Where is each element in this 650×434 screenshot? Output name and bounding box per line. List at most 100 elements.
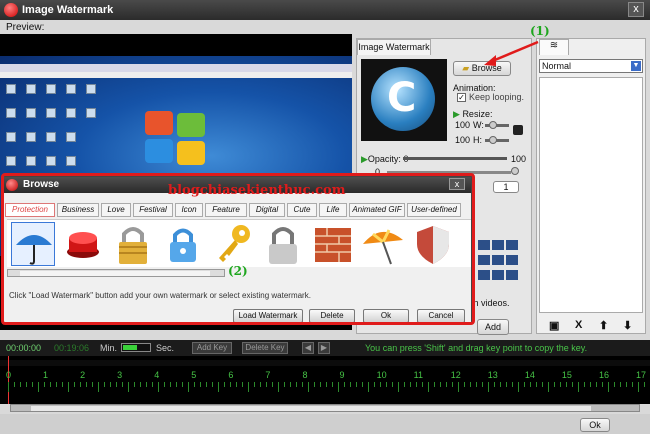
annotation-1: (1) (530, 24, 550, 38)
beach-umbrella-icon[interactable] (361, 222, 405, 266)
load-watermark-button[interactable]: Load Watermark (233, 309, 303, 323)
ok-button[interactable]: Ok (580, 418, 610, 432)
ruler-tick (122, 382, 123, 387)
ruler-tick (8, 382, 9, 392)
ruler-tick (62, 382, 63, 387)
tab-user-defined[interactable]: User-defined (407, 203, 461, 217)
ruler-tick (386, 382, 387, 387)
layers-icon: ≋ (549, 40, 559, 51)
ruler-tick (14, 382, 15, 387)
tab-animated-gif[interactable]: Animated GIF (349, 203, 405, 217)
delete-button[interactable]: Delete (309, 309, 355, 323)
ruler-tick (98, 382, 99, 392)
resize-text: Resize: (462, 109, 493, 119)
tab-festival[interactable]: Festival (133, 203, 173, 217)
ruler-tick (476, 382, 477, 387)
ruler-tick (224, 382, 225, 387)
ruler-tick (146, 382, 147, 387)
next-key-icon[interactable]: ▶ (318, 342, 330, 354)
tab-feature[interactable]: Feature (205, 203, 247, 217)
videos-text: ch videos. (469, 298, 510, 308)
timeline-scrollbar[interactable] (10, 404, 640, 412)
min-toggle[interactable] (121, 343, 151, 352)
ruler-label: 10 (376, 370, 387, 380)
opacity-slider-knob[interactable] (511, 167, 519, 175)
umbrella-icon[interactable] (11, 222, 55, 266)
opacity-value-slider[interactable] (387, 171, 511, 174)
layer-list[interactable] (539, 77, 643, 313)
dialog-cancel-button[interactable]: Cancel (417, 309, 465, 323)
ruler-label: 7 (265, 370, 271, 380)
prev-key-icon[interactable]: ◀ (302, 342, 314, 354)
ruler-tick (506, 382, 507, 387)
blue-lock-icon[interactable] (161, 222, 205, 266)
tab-cute[interactable]: Cute (287, 203, 317, 217)
tab-protection[interactable]: Protection (5, 203, 55, 217)
ruler-tick (86, 382, 87, 387)
ruler-tick (578, 382, 579, 392)
width-slider-knob[interactable] (489, 121, 497, 129)
ruler-tick (566, 382, 567, 387)
tab-love[interactable]: Love (101, 203, 131, 217)
browse-close-button[interactable]: x (449, 178, 465, 190)
height-slider-knob[interactable] (489, 136, 497, 144)
watermark-thumbnail: C (361, 59, 447, 141)
ruler-tick (536, 382, 537, 387)
gallery-scrollbar[interactable] (7, 269, 225, 277)
red-button-icon[interactable] (61, 222, 105, 266)
delete-layer-icon[interactable]: X (575, 319, 582, 331)
ruler-tick (92, 382, 93, 387)
ruler-tick (374, 382, 375, 387)
tab-icon[interactable]: Icon (175, 203, 203, 217)
shield-icon[interactable] (411, 222, 455, 266)
key-icon[interactable] (211, 222, 255, 266)
aspect-lock-icon[interactable] (513, 125, 523, 135)
blend-mode-select[interactable]: Normal ▼ (539, 59, 643, 73)
ruler-label: 3 (117, 370, 123, 380)
playhead[interactable] (8, 356, 9, 404)
ruler-tick (434, 382, 435, 387)
times-value: 1 (503, 182, 509, 192)
keep-looping-checkbox[interactable]: ✓ (457, 93, 466, 102)
opacity-slider[interactable] (403, 157, 507, 160)
ruler-tick (500, 382, 501, 387)
close-button[interactable]: x (628, 2, 644, 17)
ruler-tick (206, 382, 207, 387)
tab-business[interactable]: Business (57, 203, 99, 217)
move-up-icon[interactable]: ⬆ (599, 319, 608, 332)
desktop-icon (6, 132, 16, 142)
ruler-label: 8 (302, 370, 308, 380)
ruler-tick (278, 382, 279, 392)
resize-label: ▶ Resize: (453, 109, 492, 120)
ruler-tick (392, 382, 393, 387)
move-down-icon[interactable]: ⬇ (623, 319, 632, 332)
ruler-tick (80, 382, 81, 387)
ruler-tick (308, 382, 309, 392)
timeline-track[interactable] (0, 360, 650, 366)
gold-padlock-icon[interactable] (111, 222, 155, 266)
tab-image-watermark[interactable]: Image Watermark (357, 39, 431, 55)
tab-life[interactable]: Life (319, 203, 347, 217)
ruler-tick (20, 382, 21, 387)
lock-icon[interactable]: ▣ (549, 319, 559, 332)
timeline-ruler[interactable]: 0 1 2 3 4 5 6 7 8 9 10 11 12 13 14 15 16 17 (0, 356, 650, 404)
ruler-label: 5 (191, 370, 197, 380)
times-spinner[interactable]: 1 (493, 181, 519, 193)
layers-panel: ≋ Normal ▼ ▣ X ⬆ ⬇ (536, 38, 646, 334)
ruler-tick (452, 382, 453, 387)
ruler-tick (554, 382, 555, 387)
ruler-tick (602, 382, 603, 387)
add-button[interactable]: Add (477, 319, 509, 335)
tab-digital[interactable]: Digital (249, 203, 285, 217)
dialog-ok-button[interactable]: Ok (363, 309, 409, 323)
opacity-label: ▶Opacity: 0 (361, 154, 408, 165)
brick-wall-icon[interactable] (311, 222, 355, 266)
ruler-tick (608, 382, 609, 392)
desktop-icon (6, 108, 16, 118)
layer-toolbar: ▣ X ⬆ ⬇ (537, 319, 647, 333)
silver-padlock-icon[interactable] (261, 222, 305, 266)
position-grid[interactable] (477, 239, 527, 280)
delete-key-button[interactable]: Delete Key (242, 342, 288, 354)
add-key-button[interactable]: Add Key (192, 342, 232, 354)
browse-hint: Click "Load Watermark" button add your o… (9, 291, 311, 300)
